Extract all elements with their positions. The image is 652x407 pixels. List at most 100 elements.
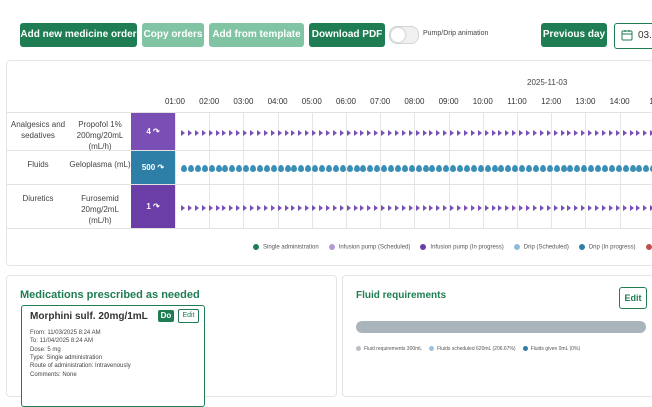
rate-box[interactable]: 4 ↷: [131, 113, 175, 150]
fluid-legend-item: Fluids scheduled 620mL (206.67%): [429, 346, 516, 352]
pump-marker: [553, 130, 558, 136]
drip-marker: [339, 165, 346, 172]
drip-marker: [394, 165, 401, 172]
fluid-legend-label: Fluids scheduled 620mL (206.67%): [437, 346, 516, 352]
pump-marker: [539, 205, 544, 211]
pump-drip-animation-toggle[interactable]: [389, 26, 419, 44]
drip-marker: [415, 165, 422, 172]
legend-item: Single administration: [253, 244, 319, 251]
hour-label: 07:00: [370, 97, 391, 106]
toolbar: Add new medicine order Copy orders Add f…: [0, 0, 652, 58]
pump-marker: [457, 205, 461, 211]
drip-marker: [187, 165, 194, 172]
pump-marker: [388, 130, 392, 136]
pump-marker: [615, 130, 620, 136]
prn-medications-panel: Medications prescribed as needed Morphin…: [6, 275, 337, 407]
legend-dot-icon: [328, 244, 335, 250]
drip-marker: [194, 165, 201, 172]
legend-item: Infusion pump (Scheduled): [328, 244, 410, 251]
legend-dot-icon: [578, 244, 585, 250]
drip-marker: [457, 165, 463, 172]
drip-marker: [284, 165, 291, 172]
drip-marker: [532, 165, 539, 172]
pump-marker: [595, 205, 599, 211]
pump-marker: [353, 130, 358, 136]
pump-marker: [374, 130, 379, 136]
hour-label: 06:00: [335, 97, 357, 106]
legend-item: Drip (Scheduled): [513, 244, 569, 251]
pump-marker: [484, 205, 489, 211]
pump-marker: [608, 130, 613, 136]
pump-marker: [360, 130, 365, 136]
fluid-legend-label: Fluids given 0mL (0%): [530, 346, 581, 352]
prn-type: Type: Single administration: [30, 355, 103, 361]
pump-marker: [491, 205, 496, 211]
drip-marker: [567, 165, 574, 172]
rate-box[interactable]: 500 ↷: [131, 151, 175, 184]
previous-day-button[interactable]: Previous day: [541, 23, 607, 47]
date-picker[interactable]: 03.: [614, 23, 652, 49]
pump-marker: [422, 205, 427, 211]
pump-marker: [588, 130, 593, 136]
pump-marker: [526, 130, 530, 136]
pump-marker: [305, 130, 310, 136]
drip-marker: [443, 165, 450, 172]
pump-marker: [470, 205, 475, 211]
medication-timeline: 2025-11-03 01:00 02:00 03:00 04:00 05:00 06:0…: [6, 60, 652, 266]
add-from-template-button[interactable]: Add from template: [209, 23, 304, 47]
legend-dot-icon: [513, 244, 520, 250]
pump-marker: [201, 205, 206, 211]
pump-marker: [622, 205, 627, 211]
prn-panel-title: Medications prescribed as needed: [20, 289, 200, 301]
pump-marker: [250, 205, 254, 211]
drip-marker: [312, 165, 319, 172]
drip-marker: [512, 165, 519, 172]
pump-marker: [560, 205, 565, 211]
pump-marker: [415, 205, 420, 211]
pump-marker: [325, 130, 330, 136]
drip-marker: [291, 165, 298, 172]
medication-label: Geloplasma (mL): [69, 160, 131, 169]
pump-marker: [443, 130, 448, 136]
drip-marker: [429, 165, 436, 172]
edit-fluid-button[interactable]: Edit: [619, 287, 647, 309]
calendar-icon: [621, 30, 633, 41]
pump-marker: [394, 205, 399, 211]
pump-marker: [429, 205, 434, 211]
pump-marker: [546, 130, 551, 136]
add-new-medicine-order-button[interactable]: Add new medicine order: [20, 23, 137, 47]
drip-marker: [374, 165, 381, 172]
legend-dot-icon: [253, 244, 259, 250]
pump-marker: [519, 130, 524, 136]
drip-marker: [256, 165, 263, 172]
drip-marker: [298, 165, 305, 172]
pump-marker: [546, 205, 551, 211]
pump-marker: [367, 205, 372, 211]
pump-marker: [574, 130, 579, 136]
pump-marker: [457, 130, 461, 136]
download-pdf-button[interactable]: Download PDF: [309, 23, 385, 47]
do-button[interactable]: Do: [158, 310, 174, 322]
drip-marker: [236, 165, 243, 172]
pump-marker: [512, 205, 517, 211]
rate-box[interactable]: 1 ↷: [131, 185, 175, 228]
hour-label: 02:00: [199, 97, 220, 106]
copy-orders-button[interactable]: Copy orders: [142, 23, 204, 47]
drip-marker: [629, 165, 636, 172]
marker-row: [177, 202, 652, 214]
drip-marker: [463, 165, 470, 172]
pump-marker: [629, 130, 634, 136]
category-label: Analgesics and sedatives: [10, 120, 66, 140]
drip-marker: [539, 165, 546, 172]
pump-marker: [532, 130, 537, 136]
pump-marker: [567, 130, 572, 136]
drip-marker: [505, 165, 512, 172]
hour-label: 10:00: [472, 97, 493, 106]
drip-marker: [546, 165, 553, 172]
drip-marker: [553, 165, 560, 172]
pump-marker: [588, 205, 593, 211]
prn-to: To: 11/04/2025 8:24 AM: [30, 338, 93, 344]
edit-prn-button[interactable]: Edit: [178, 309, 199, 323]
fluid-requirements-panel: Fluid requirements Edit Fluid requiremen…: [342, 275, 652, 397]
pump-marker: [608, 205, 613, 211]
